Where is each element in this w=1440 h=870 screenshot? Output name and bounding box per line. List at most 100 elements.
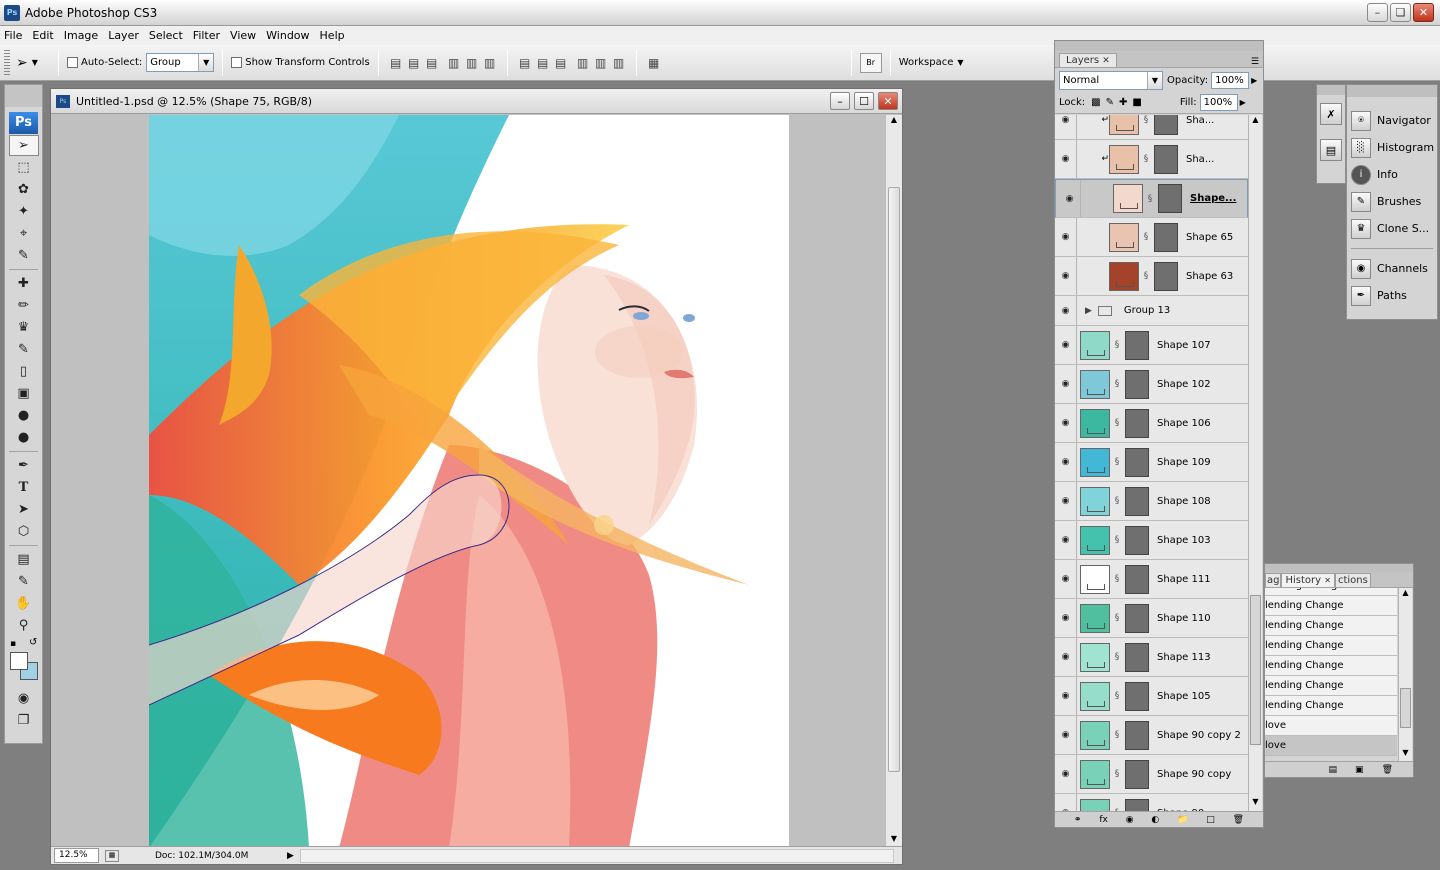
layer-thumbnail[interactable] — [1109, 222, 1139, 252]
show-transform-box[interactable] — [231, 57, 243, 68]
mask-link-icon[interactable]: § — [1113, 340, 1121, 350]
layer-thumbnail[interactable] — [1109, 115, 1139, 135]
visibility-eye-icon[interactable]: ◉ — [1055, 257, 1077, 295]
brush-tool-icon[interactable]: ✏ — [9, 295, 39, 316]
vector-mask-thumbnail[interactable] — [1154, 144, 1178, 174]
layer-thumbnail[interactable] — [1109, 261, 1139, 291]
adjustment-layer-icon[interactable]: ◐ — [1151, 815, 1159, 825]
layer-thumbnail[interactable] — [1113, 184, 1143, 213]
layer-row[interactable]: ◉ § Shape 113 — [1055, 638, 1248, 677]
distribute-hcenter-icon[interactable]: ▥ — [594, 56, 608, 70]
options-grip[interactable] — [4, 49, 10, 76]
blur-tool-icon[interactable]: ● — [9, 405, 39, 426]
layer-thumbnail[interactable] — [1080, 681, 1110, 711]
layer-row[interactable]: ◉ ↵ § Sha... — [1055, 115, 1248, 140]
layer-row[interactable]: ◉ § Shape 65 — [1055, 218, 1248, 257]
distribute-bottom-icon[interactable]: ▤ — [554, 56, 568, 70]
gradient-tool-icon[interactable]: ▣ — [9, 383, 39, 404]
history-brush-tool-icon[interactable]: ✎ — [9, 339, 39, 360]
mask-link-icon[interactable]: § — [1142, 115, 1150, 125]
auto-select-checkbox[interactable]: Auto-Select: — [67, 57, 142, 68]
align-right-icon[interactable]: ▥ — [483, 56, 497, 70]
layer-thumbnail[interactable] — [1080, 330, 1110, 360]
history-state[interactable]: lending Change — [1265, 676, 1397, 696]
history-state[interactable]: love — [1265, 716, 1397, 736]
layer-row[interactable]: ◉ § Shape 108 — [1055, 482, 1248, 521]
path-selection-tool-icon[interactable]: ➤ — [9, 499, 39, 520]
vector-mask-thumbnail[interactable] — [1125, 798, 1149, 811]
lock-position-icon[interactable]: ✚ — [1119, 97, 1127, 108]
pen-tool-icon[interactable]: ✒ — [9, 455, 39, 476]
auto-select-dropdown[interactable]: Group ▼ — [146, 53, 215, 72]
menu-filter[interactable]: Filter — [193, 29, 220, 42]
opacity-field[interactable]: 100% — [1211, 71, 1250, 89]
scroll-up-icon[interactable]: ▲ — [886, 115, 902, 129]
vector-mask-thumbnail[interactable] — [1125, 564, 1149, 594]
layer-row[interactable]: ◉ § Shape 90 copy — [1055, 755, 1248, 794]
mask-link-icon[interactable]: § — [1146, 194, 1154, 204]
histogram-panel-button[interactable]: ░ Histogram — [1347, 134, 1437, 161]
layer-row[interactable]: ◉ § Shape 90 copy 2 — [1055, 716, 1248, 755]
auto-select-box[interactable] — [67, 57, 78, 68]
menu-image[interactable]: Image — [64, 29, 98, 42]
distribute-right-icon[interactable]: ▥ — [612, 56, 626, 70]
mask-link-icon[interactable]: § — [1142, 154, 1150, 164]
layer-row[interactable]: ◉ § Shape 63 — [1055, 257, 1248, 296]
channels-panel-button[interactable]: ◉ Channels — [1347, 255, 1437, 282]
vector-mask-thumbnail[interactable] — [1154, 115, 1178, 135]
scroll-up-icon[interactable]: ▲ — [1399, 588, 1412, 602]
doc-maximize-button[interactable]: ☐ — [854, 92, 874, 110]
history-state[interactable]: lending Change — [1265, 616, 1397, 636]
fill-slider-icon[interactable]: ▶ — [1240, 98, 1246, 107]
history-state[interactable]: lending Change — [1265, 588, 1397, 596]
layer-thumbnail[interactable] — [1080, 564, 1110, 594]
zoom-level-field[interactable]: 12.5% — [54, 848, 99, 863]
layer-thumbnail[interactable] — [1080, 759, 1110, 789]
visibility-eye-icon[interactable]: ◉ — [1055, 115, 1077, 139]
vector-mask-thumbnail[interactable] — [1125, 603, 1149, 633]
vector-mask-thumbnail[interactable] — [1154, 222, 1178, 252]
scroll-up-icon[interactable]: ▲ — [1249, 115, 1262, 129]
layer-row[interactable]: ◉ § Shape 107 — [1055, 326, 1248, 365]
menu-edit[interactable]: Edit — [32, 29, 53, 42]
bridge-icon[interactable]: Br — [859, 52, 882, 73]
delete-layer-icon[interactable]: 🗑 — [1233, 815, 1244, 825]
distribute-top-icon[interactable]: ▤ — [518, 56, 532, 70]
visibility-eye-icon[interactable]: ◉ — [1055, 482, 1077, 520]
layer-row[interactable]: ◉ ↵ § Sha... — [1055, 140, 1248, 179]
move-tool-preset-icon[interactable]: ➢ ▼ — [16, 52, 50, 74]
visibility-eye-icon[interactable]: ◉ — [1055, 443, 1077, 481]
layer-row[interactable]: ◉ § Shape 102 — [1055, 365, 1248, 404]
foreground-color-swatch[interactable] — [10, 652, 28, 670]
new-layer-icon[interactable]: □ — [1206, 815, 1215, 825]
info-panel-button[interactable]: i Info — [1347, 161, 1437, 188]
notes-tool-icon[interactable]: ▤ — [9, 549, 39, 570]
paths-panel-button[interactable]: ✒ Paths — [1347, 282, 1437, 309]
visibility-eye-icon[interactable]: ◉ — [1055, 638, 1077, 676]
scroll-down-icon[interactable]: ▼ — [1399, 748, 1412, 762]
doc-close-button[interactable]: ✕ — [878, 92, 898, 110]
layer-row[interactable]: ◉ § Shape 111 — [1055, 560, 1248, 599]
vector-mask-thumbnail[interactable] — [1125, 486, 1149, 516]
move-tool-icon[interactable]: ➢ — [8, 135, 39, 156]
layer-thumbnail[interactable] — [1080, 486, 1110, 516]
vector-mask-thumbnail[interactable] — [1125, 330, 1149, 360]
mask-link-icon[interactable]: § — [1113, 379, 1121, 389]
link-layers-icon[interactable]: ⚭ — [1074, 815, 1082, 825]
align-hcenter-icon[interactable]: ▥ — [465, 56, 479, 70]
visibility-eye-icon[interactable]: ◉ — [1055, 560, 1077, 598]
visibility-eye-icon[interactable]: ◉ — [1055, 296, 1077, 325]
brushes-panel-button[interactable]: ✎ Brushes — [1347, 188, 1437, 215]
visibility-eye-icon[interactable]: ◉ — [1055, 521, 1077, 559]
tab-history[interactable]: History ✕ — [1281, 573, 1335, 587]
visibility-eye-icon[interactable]: ◉ — [1055, 599, 1077, 637]
visibility-eye-icon[interactable]: ◉ — [1055, 794, 1077, 811]
layer-thumbnail[interactable] — [1080, 603, 1110, 633]
visibility-eye-icon[interactable]: ◉ — [1055, 326, 1077, 364]
layer-row[interactable]: ◉ § Shape 106 — [1055, 404, 1248, 443]
layer-thumbnail[interactable] — [1080, 642, 1110, 672]
scroll-thumb[interactable] — [888, 187, 900, 772]
history-state[interactable]: love — [1265, 736, 1397, 756]
new-group-icon[interactable]: 📁 — [1177, 815, 1188, 825]
scroll-thumb[interactable] — [1250, 595, 1261, 745]
